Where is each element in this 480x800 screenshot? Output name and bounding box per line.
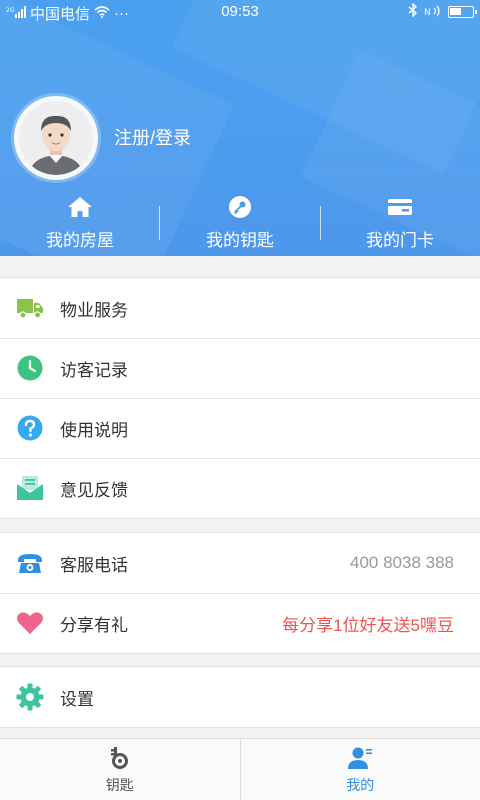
battery-icon <box>448 6 477 18</box>
menu-item-property-service[interactable]: 物业服务 <box>0 278 480 338</box>
phone-icon <box>16 549 44 577</box>
card-icon <box>387 194 413 220</box>
gear-icon <box>16 683 44 711</box>
menu-label: 使用说明 <box>60 420 128 440</box>
question-icon <box>16 414 44 442</box>
tab-keys[interactable]: 钥匙 <box>0 739 240 800</box>
tab-label: 我的 <box>346 776 375 793</box>
clock-icon <box>16 354 44 382</box>
menu-item-visitor-records[interactable]: 访客记录 <box>0 338 480 398</box>
my-keys-button[interactable]: 我的钥匙 <box>160 188 320 256</box>
key-tab-icon <box>107 745 133 771</box>
my-keys-label: 我的钥匙 <box>206 230 274 250</box>
menu-item-feedback[interactable]: 意见反馈 <box>0 458 480 518</box>
phone-number: 400 8038 388 <box>350 553 454 572</box>
menu-item-instructions[interactable]: 使用说明 <box>0 398 480 458</box>
bottom-tab-bar: 钥匙 我的 <box>0 738 480 800</box>
my-house-button[interactable]: 我的房屋 <box>0 188 160 256</box>
svg-text:N: N <box>424 8 431 17</box>
settings-menu: 设置 <box>0 666 480 728</box>
avatar[interactable] <box>14 96 98 180</box>
menu-label: 意见反馈 <box>60 480 128 500</box>
menu-label: 访客记录 <box>60 360 128 380</box>
menu-label: 物业服务 <box>60 300 128 320</box>
my-door-card-button[interactable]: 我的门卡 <box>320 188 480 256</box>
menu-label: 分享有礼 <box>60 615 128 635</box>
contact-menu: 客服电话 400 8038 388 分享有礼 每分享1位好友送5嘿豆 <box>0 532 480 654</box>
menu-item-share-rewards[interactable]: 分享有礼 每分享1位好友送5嘿豆 <box>0 593 480 653</box>
my-house-label: 我的房屋 <box>46 230 114 250</box>
login-register-link[interactable]: 注册/登录 <box>114 124 191 150</box>
user-tab-icon <box>347 745 373 771</box>
user-avatar-icon <box>19 101 93 175</box>
menu-item-settings[interactable]: 设置 <box>0 667 480 727</box>
truck-icon <box>16 294 44 322</box>
menu-label: 客服电话 <box>60 555 128 575</box>
services-menu: 物业服务 访客记录 使用说明 意见反馈 <box>0 277 480 519</box>
tab-mine[interactable]: 我的 <box>241 739 480 800</box>
my-door-card-label: 我的门卡 <box>366 230 434 250</box>
key-icon <box>228 194 252 220</box>
tab-label: 钥匙 <box>105 776 134 793</box>
profile-header: 2G 中国电信 ··· 09:53 N 注册/登录 我的房屋 我的钥匙 我的门卡 <box>0 0 480 256</box>
heart-icon <box>16 609 44 637</box>
bluetooth-icon <box>408 2 418 21</box>
quick-actions-bar: 我的房屋 我的钥匙 我的门卡 <box>0 188 480 256</box>
share-reward-text: 每分享1位好友送5嘿豆 <box>282 615 454 635</box>
menu-label: 设置 <box>60 689 94 709</box>
menu-item-customer-service-phone[interactable]: 客服电话 400 8038 388 <box>0 533 480 593</box>
nfc-icon: N <box>424 4 442 21</box>
status-bar: 2G 中国电信 ··· 09:53 N <box>0 0 480 24</box>
home-icon <box>67 194 93 220</box>
mail-icon <box>16 474 44 502</box>
